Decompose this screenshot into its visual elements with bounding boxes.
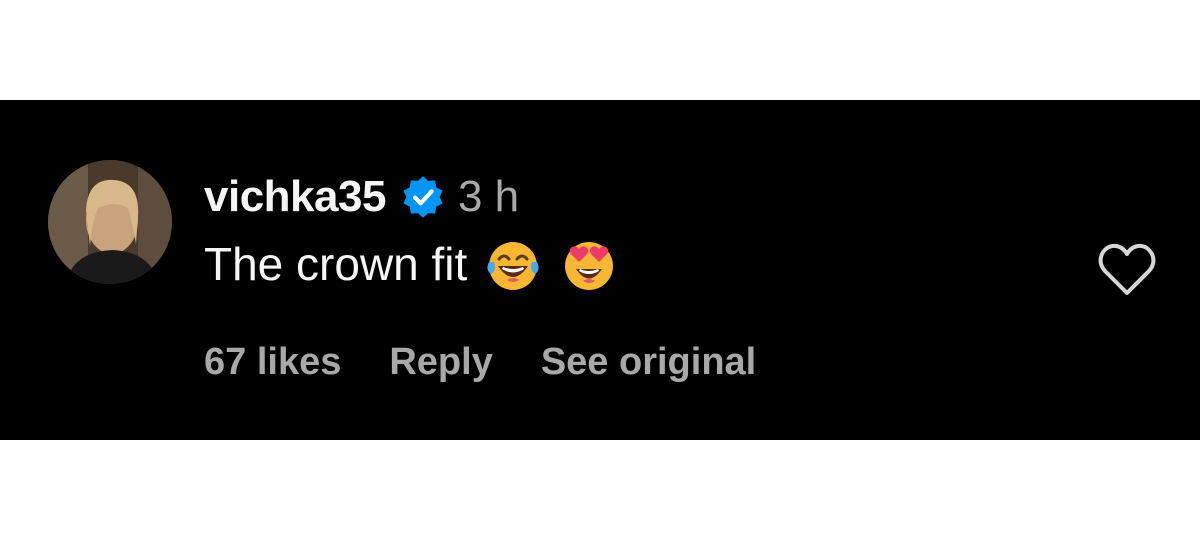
reply-button[interactable]: Reply [389, 341, 492, 384]
see-original-button[interactable]: See original [541, 341, 756, 384]
avatar[interactable] [48, 160, 172, 284]
like-button[interactable] [1096, 242, 1158, 298]
heart-outline-icon [1098, 243, 1156, 295]
comment-timestamp: 3 h [457, 172, 520, 221]
laughing-with-tears-emoji [485, 236, 541, 292]
avatar-photo [48, 160, 172, 284]
comment-panel: vichka35 3 h The crown fit 67 likes Repl… [0, 100, 1200, 440]
username[interactable]: vichka35 [204, 172, 386, 222]
comment-actions: 67 likes Reply See original [204, 332, 804, 392]
comment-body: vichka35 3 h The crown fit [204, 168, 1044, 300]
comment-text: The crown fit [204, 238, 468, 290]
heart-eyes-emoji [561, 236, 617, 292]
verified-badge-icon [400, 174, 446, 220]
likes-count[interactable]: 67 likes [204, 341, 341, 384]
comment-header: vichka35 3 h [204, 168, 1044, 226]
comment-content: The crown fit [204, 228, 1044, 300]
